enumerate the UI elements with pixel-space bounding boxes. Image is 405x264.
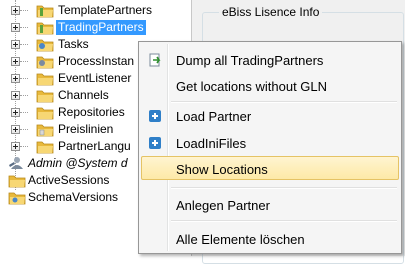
tree-connector xyxy=(20,112,28,113)
tree-item-label: Preislinien xyxy=(58,122,114,136)
menu-item-dump-all-tradingpartners[interactable]: Dump all TradingPartners xyxy=(141,48,399,72)
expand-icon[interactable] xyxy=(11,74,20,83)
tree-item-label: Channels xyxy=(58,88,109,102)
menu-item-label: Load Partner xyxy=(176,109,252,124)
expand-icon[interactable] xyxy=(11,40,20,49)
folder-icon xyxy=(36,5,54,18)
tree-item-label: SchemaVersions xyxy=(28,190,119,204)
tree-connector xyxy=(20,27,28,28)
folder-icon xyxy=(36,56,54,69)
tree-connector xyxy=(20,129,28,130)
folder-icon xyxy=(36,124,54,137)
admin-user-icon xyxy=(9,157,23,169)
export-icon xyxy=(149,53,161,67)
menu-item-label: Anlegen Partner xyxy=(176,198,270,213)
context-menu: Dump all TradingPartners Get locations w… xyxy=(138,41,402,254)
menu-item-label: Alle Elemente löschen xyxy=(176,232,305,247)
tree-connector xyxy=(20,146,28,147)
tree-item-label: Tasks xyxy=(58,37,89,51)
tree-connector xyxy=(20,61,28,62)
load-icon xyxy=(149,110,161,122)
expand-icon[interactable] xyxy=(11,23,20,32)
expand-icon[interactable] xyxy=(11,142,20,151)
groupbox-title: eBiss Lisence Info xyxy=(219,5,323,19)
tree-item-label: TemplatePartners xyxy=(58,3,153,17)
tree-connector xyxy=(20,44,28,45)
menu-item-label: Dump all TradingPartners xyxy=(176,53,324,68)
folder-icon xyxy=(36,22,54,35)
tree-item-label: EventListener xyxy=(58,71,132,85)
tree-item-label: ProcessInstan xyxy=(58,54,135,68)
menu-item-show-locations[interactable]: Show Locations xyxy=(141,156,399,180)
menu-item-label: Get locations without GLN xyxy=(176,79,328,94)
tree-item-label: TradingPartners xyxy=(56,20,146,35)
folder-icon xyxy=(36,107,54,120)
tree-item-label: Admin @System d xyxy=(28,156,128,170)
expand-icon[interactable] xyxy=(11,125,20,134)
menu-item-get-locations-without-gln[interactable]: Get locations without GLN xyxy=(141,74,399,98)
expand-icon[interactable] xyxy=(11,91,20,100)
tree-connector xyxy=(20,78,28,79)
expand-icon[interactable] xyxy=(11,6,20,15)
menu-separator xyxy=(171,187,397,189)
menu-item-load-partner[interactable]: Load Partner xyxy=(141,104,399,128)
menu-item-label: LoadIniFiles xyxy=(176,136,247,151)
tree-item-label: Repositories xyxy=(58,105,125,119)
tree-item-label: PartnerLangu xyxy=(58,139,131,153)
tree-item-label: ActiveSessions xyxy=(28,173,110,187)
menu-item-alle-elemente-loeschen[interactable]: Alle Elemente löschen xyxy=(141,227,399,251)
menu-separator xyxy=(171,220,397,222)
folder-icon xyxy=(8,175,26,188)
folder-icon xyxy=(36,73,54,86)
tree-connector xyxy=(20,95,28,96)
menu-item-loadinifiles[interactable]: LoadIniFiles xyxy=(141,131,399,155)
menu-item-label: Show Locations xyxy=(176,162,268,177)
folder-icon xyxy=(8,192,26,205)
folder-icon xyxy=(36,39,54,52)
expand-icon[interactable] xyxy=(11,57,20,66)
expand-icon[interactable] xyxy=(11,108,20,117)
folder-icon xyxy=(36,90,54,103)
folder-icon xyxy=(36,141,54,154)
menu-separator xyxy=(171,101,397,103)
tree-connector xyxy=(20,10,28,11)
load-icon xyxy=(149,137,161,149)
menu-item-anlegen-partner[interactable]: Anlegen Partner xyxy=(141,193,399,217)
